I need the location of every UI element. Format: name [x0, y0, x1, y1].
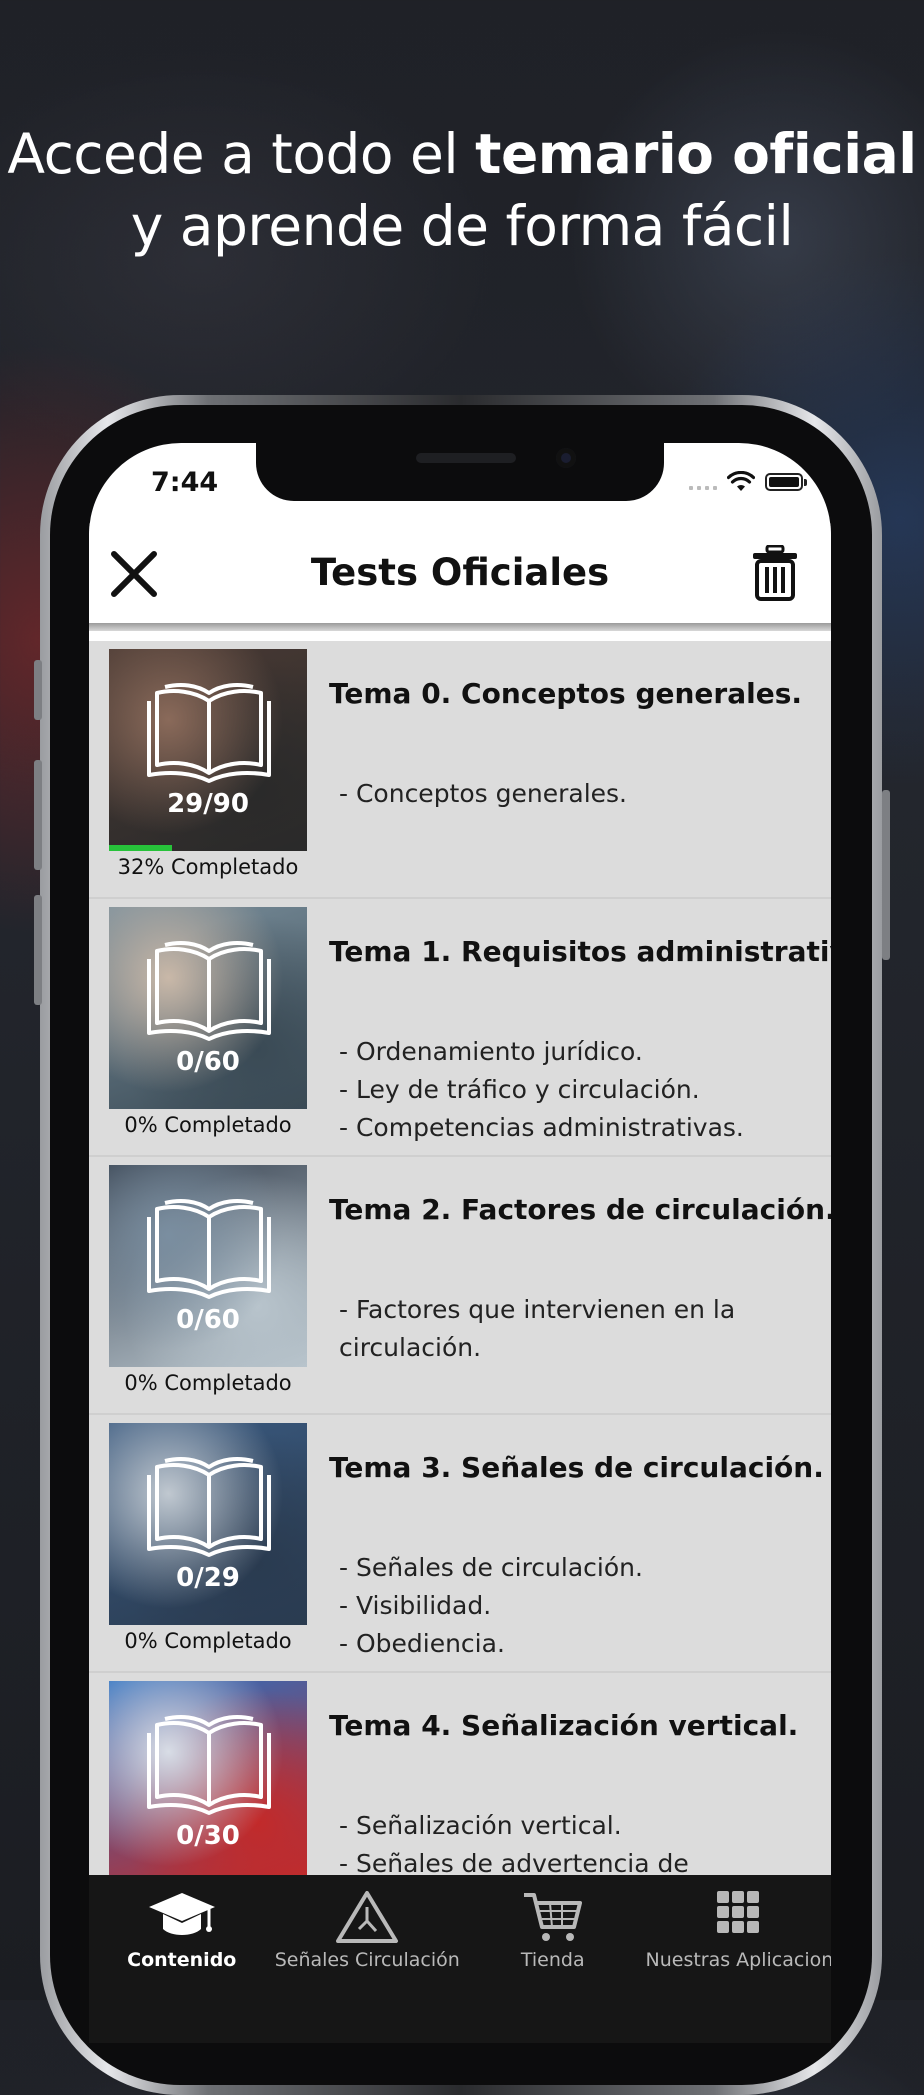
topic-description-line: - Señales de advertencia de [339, 1849, 689, 1875]
grid-icon [703, 1887, 773, 1947]
topic-description: - Factores que intervienen en la circulac… [339, 1291, 809, 1367]
topic-list: 29/90 32% Completado Tema 0. Conceptos gen… [89, 641, 831, 1875]
question-count: 29/90 [167, 789, 249, 819]
topic-description-line: - Señales de circulación. [339, 1553, 643, 1582]
tab-señales-circulación[interactable]: Señales Circulación [275, 1875, 461, 2043]
topic-row[interactable]: 0/30 Tema 4. Señalización vertical. - Seña… [89, 1673, 831, 1875]
cellular-signal-icon [689, 474, 717, 490]
topic-thumbnail[interactable]: 0/30 [109, 1681, 307, 1875]
topic-row[interactable]: 29/90 32% Completado Tema 0. Conceptos gen… [89, 641, 831, 899]
progress-bar [109, 845, 173, 851]
topic-description-line: - Factores que intervienen en la [339, 1295, 736, 1324]
topic-description-line: - Obediencia. [339, 1629, 505, 1658]
navbar-divider [89, 623, 831, 631]
battery-icon [765, 473, 807, 491]
topic-description-line: - Ley de tráfico y circulación. [339, 1075, 700, 1104]
topic-description-line: - Ordenamiento jurídico. [339, 1037, 643, 1066]
tab-label: Tienda [520, 1949, 585, 1971]
trash-icon [753, 544, 797, 601]
page-title: Tests Oficiales [310, 551, 610, 594]
topic-description: - Conceptos generales. [339, 775, 809, 813]
topic-thumbnail[interactable]: 0/29 [109, 1423, 307, 1625]
phone-volume-up [34, 760, 42, 870]
navigation-bar: Tests Oficiales [89, 523, 831, 623]
topic-description-line: - Conceptos generales. [339, 779, 628, 808]
book-icon [147, 941, 271, 1041]
topic-title: Tema 2. Factores de circulación. [329, 1193, 831, 1226]
question-count: 0/29 [176, 1563, 240, 1593]
topic-description-line: circulación. [339, 1333, 482, 1362]
completion-label: 32% Completado [117, 855, 299, 879]
shopping-cart-icon [518, 1887, 588, 1947]
status-indicators [689, 471, 807, 493]
topic-description: - Ordenamiento jurídico. - Ley de tráfico… [339, 1033, 809, 1147]
front-camera [556, 448, 576, 468]
phone-screen: 7:44 Tests Oficiales 29/90 32% Completad… [89, 443, 831, 2043]
wifi-icon [727, 471, 755, 491]
tab-label: Contenido [127, 1949, 237, 1971]
book-icon [147, 1199, 271, 1299]
book-icon [147, 683, 271, 783]
book-icon [147, 1457, 271, 1557]
question-count: 0/30 [176, 1821, 240, 1851]
completion-label: 0% Completado [124, 1629, 292, 1653]
tab-contenido[interactable]: Contenido [89, 1875, 275, 2043]
tab-tienda[interactable]: Tienda [460, 1875, 646, 2043]
tab-bar: Contenido Señales Circulación Tienda Nuestr… [89, 1875, 831, 2043]
book-icon [147, 1715, 271, 1815]
topic-title: Tema 0. Conceptos generales. [329, 677, 802, 710]
completion-label: 0% Completado [124, 1371, 292, 1395]
tab-label: Nuestras Aplicaciones [645, 1949, 832, 1971]
topic-row[interactable]: 0/60 0% Completado Tema 2. Factores de cir… [89, 1157, 831, 1415]
speaker-grille [416, 453, 516, 463]
phone-notch [256, 443, 664, 501]
question-count: 0/60 [176, 1047, 240, 1077]
graduation-cap-icon [147, 1887, 217, 1947]
delete-button[interactable] [751, 544, 799, 601]
question-count: 0/60 [176, 1305, 240, 1335]
topic-description: - Señalización vertical. - Señales de adv… [339, 1807, 809, 1875]
tab-label: Señales Circulación [274, 1949, 460, 1971]
phone-power-button [882, 790, 890, 960]
topic-description-line: - Competencias administrativas. [339, 1113, 744, 1142]
topic-row[interactable]: 0/60 0% Completado Tema 1. Requisitos admi… [89, 899, 831, 1157]
topic-thumbnail[interactable]: 0/60 [109, 1165, 307, 1367]
promo-headline: Accede a todo el temario oficial y apren… [0, 118, 924, 262]
topic-title: Tema 4. Señalización vertical. [329, 1709, 799, 1742]
topic-thumbnail[interactable]: 0/60 [109, 907, 307, 1109]
topic-title: Tema 1. Requisitos administrativos. [329, 935, 831, 968]
phone-silent-switch [34, 660, 42, 720]
topic-row[interactable]: 0/29 0% Completado Tema 3. Señales de circ… [89, 1415, 831, 1673]
tab-nuestras-aplicaciones[interactable]: Nuestras Aplicaciones [645, 1875, 832, 2043]
status-time: 7:44 [151, 467, 219, 498]
topic-description-line: - Visibilidad. [339, 1591, 492, 1620]
completion-label: 0% Completado [124, 1113, 292, 1137]
warning-sign-icon [332, 1887, 402, 1947]
headline-line2: y aprende de forma fácil [130, 194, 794, 258]
phone-volume-down [34, 895, 42, 1005]
headline-line1: Accede a todo el temario oficial [7, 122, 917, 186]
topic-description: - Señales de circulación. - Visibilidad. -… [339, 1549, 809, 1663]
topic-title: Tema 3. Señales de circulación. [329, 1451, 824, 1484]
topic-thumbnail[interactable]: 29/90 [109, 649, 307, 851]
topic-description-line: - Señalización vertical. [339, 1811, 622, 1840]
